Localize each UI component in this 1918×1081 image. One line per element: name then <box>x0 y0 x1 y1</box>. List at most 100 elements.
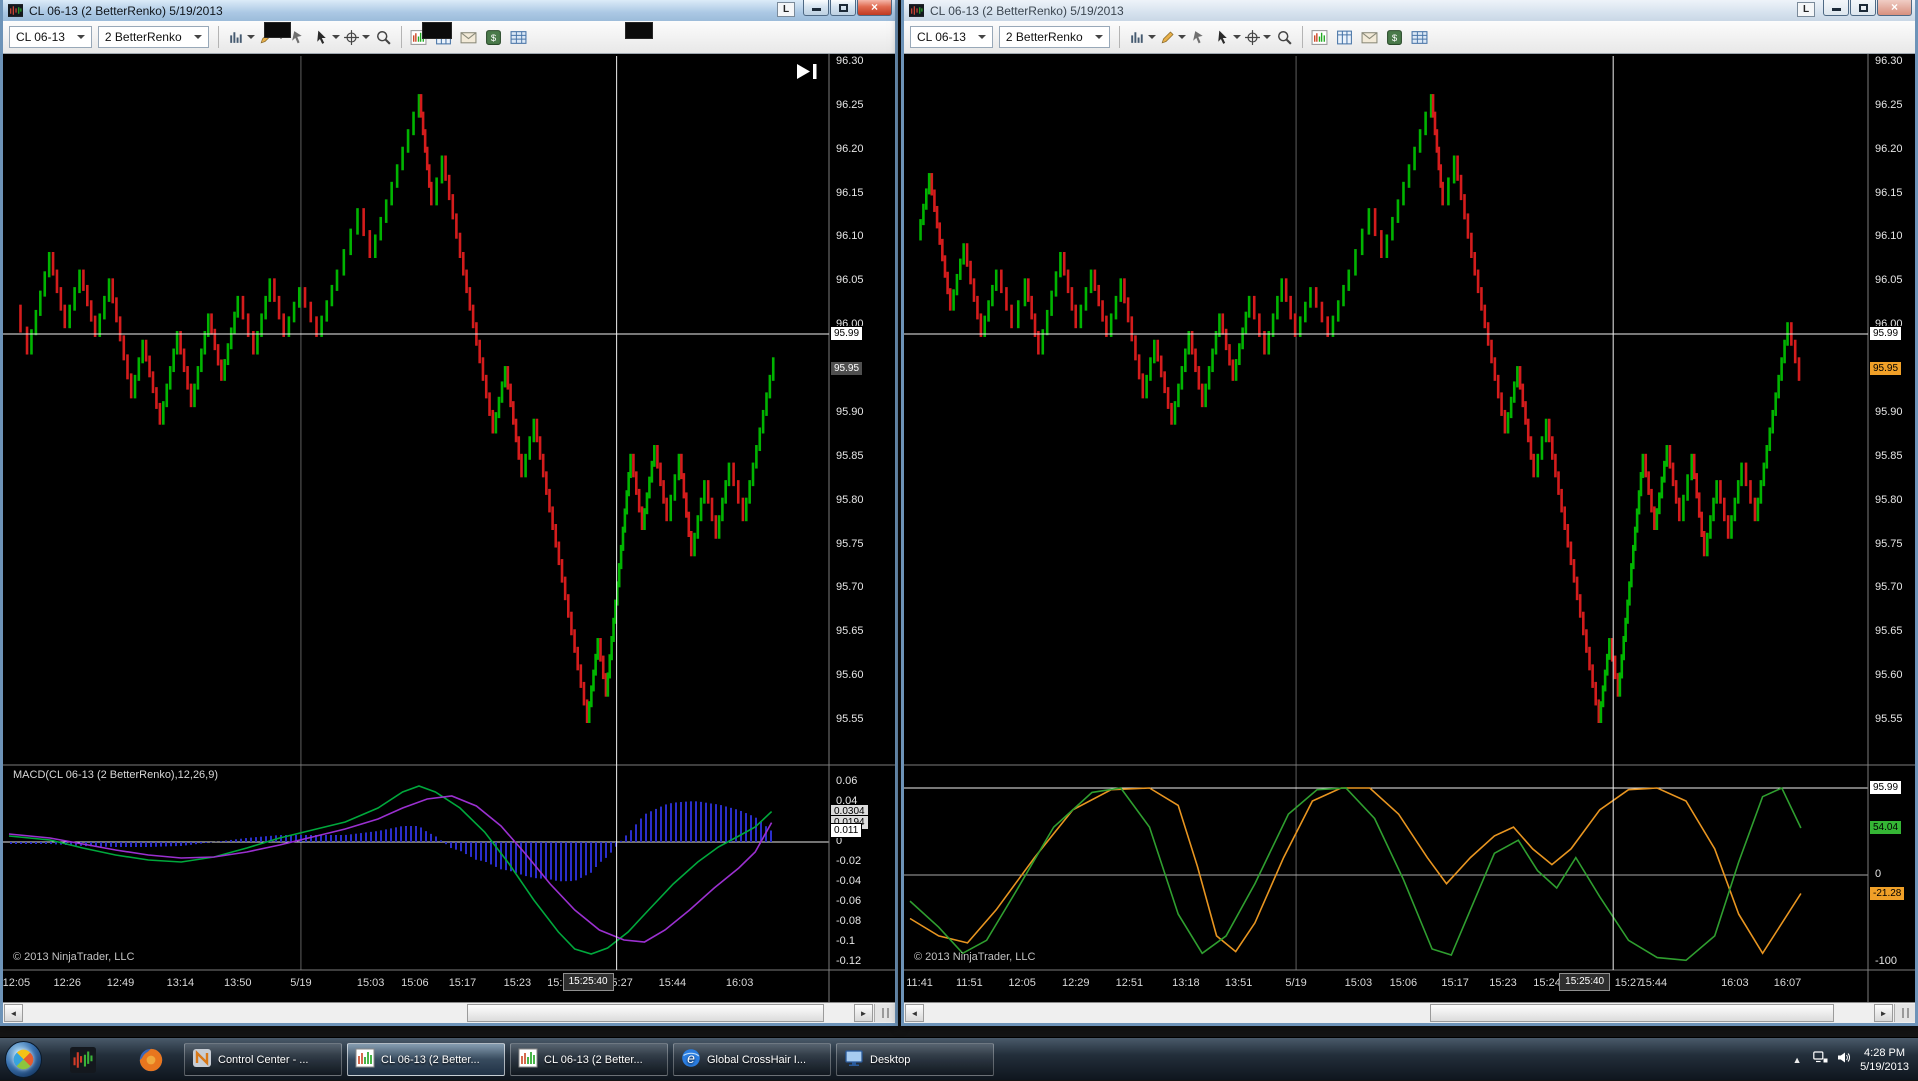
taskbar-clock[interactable]: 4:28 PM 5/19/2013 <box>1860 1046 1912 1074</box>
link-button[interactable]: L <box>1797 2 1815 17</box>
mail-icon <box>1361 31 1378 43</box>
properties-button[interactable] <box>508 25 530 49</box>
zoom-icon <box>377 30 391 45</box>
minimize-button[interactable] <box>1823 0 1849 16</box>
table-icon <box>510 30 527 44</box>
oscillator-green-value-box: 54.04 <box>1869 819 1903 835</box>
scrollbar-grip[interactable] <box>874 1004 895 1022</box>
period-type-button[interactable] <box>228 25 255 49</box>
start-button[interactable] <box>5 1041 42 1078</box>
oscillator-orange-line <box>909 787 1802 955</box>
sbox-icon: $ <box>486 29 502 45</box>
indicator-axis-label: 0.06 <box>836 775 858 787</box>
close-button[interactable]: × <box>1877 0 1912 16</box>
taskbar-button-label: CL 06-13 (2 Better... <box>381 1053 480 1066</box>
copyright-label: © 2013 NinjaTrader, LLC <box>13 951 135 963</box>
horizontal-scrollbar[interactable]: ◄ ► <box>3 1002 895 1023</box>
oscillator-green-line <box>909 786 1802 962</box>
crosshair-time-box: 15:25:40 <box>562 973 614 991</box>
drawing-tools-button[interactable] <box>1159 25 1186 49</box>
period-selector[interactable]: 2 BetterRenko <box>97 26 209 48</box>
properties-button[interactable] <box>1409 25 1431 49</box>
dropdown-caret-icon <box>1147 35 1156 43</box>
indicator-label: MACD(CL 06-13 (2 BetterRenko),12,26,9) <box>13 769 219 781</box>
dropdown-caret-icon <box>246 35 255 43</box>
time-axis-label: 15:17 <box>448 977 477 989</box>
firefox-icon[interactable] <box>136 1045 166 1075</box>
strategies-button[interactable]: $ <box>483 25 505 49</box>
taskbar-button[interactable]: Control Center - ... <box>184 1043 342 1076</box>
histogram-value-box: 0.011 <box>830 823 863 838</box>
alerts-button[interactable] <box>1359 25 1381 49</box>
cursor-icon <box>316 30 326 44</box>
scrollbar-grip[interactable] <box>1894 1004 1915 1022</box>
chevron-down-icon <box>977 35 986 43</box>
window-chart-icon <box>909 4 925 17</box>
last-price-box: 95.95 <box>830 361 864 377</box>
close-button[interactable]: × <box>857 0 892 16</box>
bars-icon <box>229 31 242 43</box>
taskbar-button[interactable]: CL 06-13 (2 Better... <box>510 1043 668 1076</box>
time-axis-label: 12:51 <box>1115 977 1144 989</box>
taskbar-button[interactable]: CL 06-13 (2 Better... <box>347 1043 505 1076</box>
dropdown-caret-icon <box>1177 35 1186 43</box>
price-axis-label: 95.70 <box>836 581 864 594</box>
time-axis-label: 15:06 <box>401 977 429 989</box>
oscillator-orange-value-box: -21.28 <box>1869 885 1906 901</box>
price-axis-label: 95.90 <box>836 405 864 418</box>
trading-app-quicklaunch-icon[interactable] <box>68 1045 98 1075</box>
price-axis-label: 96.05 <box>836 274 864 287</box>
time-axis-label: 16:03 <box>1721 977 1749 989</box>
period-type-button[interactable] <box>1129 25 1156 49</box>
horizontal-scrollbar[interactable]: ◄ ► <box>904 1002 1915 1023</box>
chart-area[interactable]: 96.3096.2596.2096.1596.1096.0596.0095.95… <box>904 54 1915 1002</box>
period-selector[interactable]: 2 BetterRenko <box>998 26 1110 48</box>
scroll-left-button[interactable]: ◄ <box>905 1004 924 1022</box>
taskbar-button[interactable]: Desktop <box>836 1043 994 1076</box>
chart-area[interactable]: 96.3096.2596.2096.1596.1096.0596.0095.95… <box>3 54 895 1002</box>
time-axis-label: 15:27 <box>1614 977 1643 989</box>
alerts-button[interactable] <box>458 25 480 49</box>
price-axis-label: 96.05 <box>1875 274 1903 287</box>
data-series-button[interactable] <box>1334 25 1356 49</box>
crosshair-button[interactable] <box>343 25 370 49</box>
pencil-icon <box>1161 30 1174 43</box>
windows-logo-icon <box>10 1046 37 1073</box>
ie-icon: e <box>681 1048 701 1071</box>
volume-icon[interactable] <box>1837 1051 1851 1069</box>
titlebar[interactable]: CL 06-13 (2 BetterRenko) 5/19/2013 L × <box>3 0 895 21</box>
strategies-button[interactable]: $ <box>1384 25 1406 49</box>
indicator-axis-label: -0.08 <box>836 915 862 927</box>
network-icon[interactable] <box>1813 1050 1828 1069</box>
cursor-mode-button[interactable] <box>313 25 340 49</box>
scroll-thumb[interactable] <box>1430 1004 1834 1022</box>
time-axis-label: 12:29 <box>1061 977 1090 989</box>
zoom-button[interactable] <box>1274 25 1296 49</box>
crosshair-button[interactable] <box>1244 25 1271 49</box>
taskbar-button-label: Desktop <box>870 1053 911 1066</box>
ninjatrader-icon <box>192 1048 212 1071</box>
instrument-selector[interactable]: CL 06-13 <box>910 26 993 48</box>
minimize-button[interactable] <box>803 0 829 16</box>
scroll-right-button[interactable]: ► <box>854 1004 873 1022</box>
taskbar-button[interactable]: e Global CrossHair I... <box>673 1043 831 1076</box>
show-hidden-icons-button[interactable]: ▲ <box>1790 1055 1804 1065</box>
cursor-mode-button[interactable] <box>1214 25 1241 49</box>
draw-marker-button[interactable] <box>1189 25 1211 49</box>
maximize-button[interactable] <box>1850 0 1876 16</box>
link-button[interactable]: L <box>777 2 795 17</box>
zoom-button[interactable] <box>373 25 395 49</box>
svg-text:e: e <box>687 1050 695 1066</box>
instrument-label: CL 06-13 <box>917 30 966 44</box>
instrument-selector[interactable]: CL 06-13 <box>9 26 92 48</box>
desktop-icon <box>844 1048 864 1071</box>
scroll-left-button[interactable]: ◄ <box>4 1004 23 1022</box>
scroll-thumb[interactable] <box>467 1004 824 1022</box>
chart-icon <box>518 1048 538 1071</box>
chart-trader-button[interactable] <box>1309 25 1331 49</box>
maximize-button[interactable] <box>830 0 856 16</box>
scroll-right-button[interactable]: ► <box>1874 1004 1893 1022</box>
time-axis-label: 5/19 <box>1285 977 1307 989</box>
titlebar[interactable]: CL 06-13 (2 BetterRenko) 5/19/2013 L × <box>904 0 1915 21</box>
indicator-axis-label: -0.1 <box>836 935 855 947</box>
